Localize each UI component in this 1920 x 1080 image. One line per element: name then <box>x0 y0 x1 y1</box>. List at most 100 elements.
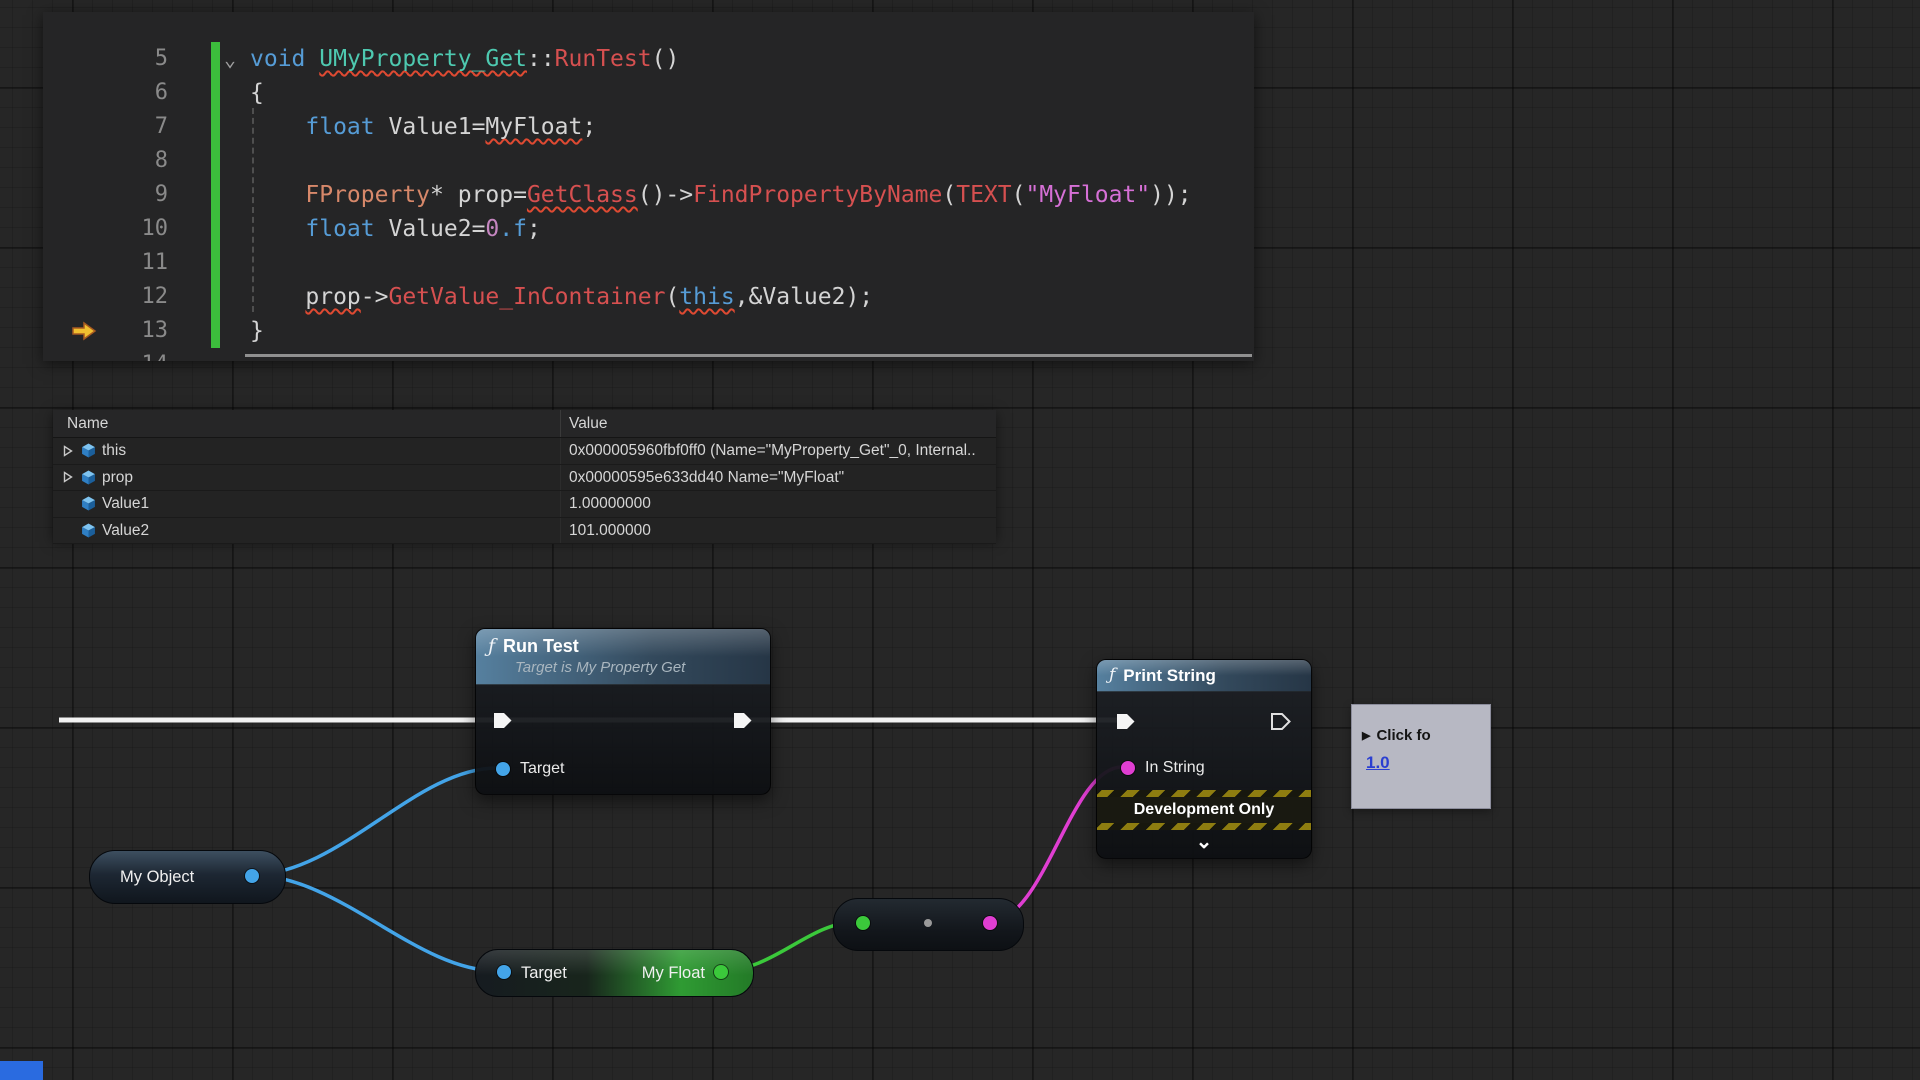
target-input-pin[interactable] <box>497 965 511 979</box>
code-token: * prop= <box>430 182 527 208</box>
code-token: TEXT <box>956 182 1011 208</box>
code-text: FProperty* prop=GetClass()->FindProperty… <box>250 178 1192 212</box>
in-string-pin-label: In String <box>1145 754 1205 782</box>
code-token: MyFloat <box>485 114 582 140</box>
target-input-pin[interactable] <box>496 762 510 776</box>
code-lines: 5⌄void UMyProperty_Get::RunTest()6{7 flo… <box>43 12 1254 361</box>
code-token: ( <box>665 284 679 310</box>
hazard-stripe <box>1097 823 1311 830</box>
watch-rows: this 0x000005960fbf0ff0 (Name="MyProperty… <box>53 438 996 544</box>
variable-value[interactable]: 1.00000000 <box>561 491 996 517</box>
watch-window[interactable]: Name Value this 0x000005960fbf0ff0 (Name=… <box>53 410 996 539</box>
code-token: )); <box>1150 182 1192 208</box>
watch-name-cell[interactable]: prop <box>53 465 561 491</box>
print-string-header[interactable]: ƒ Print String <box>1097 660 1311 692</box>
variable-value[interactable]: 101.000000 <box>561 518 996 544</box>
node-title: Run Test <box>503 634 579 658</box>
my-float-pin-label: My Float <box>642 950 705 996</box>
exec-in-pin[interactable] <box>493 712 513 729</box>
watch-name-column-header[interactable]: Name <box>53 410 561 437</box>
watch-row[interactable]: Value1 1.00000000 <box>53 491 996 518</box>
collapse-chevron-icon[interactable]: ⌄ <box>1097 830 1311 858</box>
code-line[interactable]: 5⌄void UMyProperty_Get::RunTest() <box>43 42 1254 76</box>
code-line[interactable]: 11 <box>43 246 1254 280</box>
code-token: GetValue_InContainer <box>388 284 665 310</box>
line-number[interactable]: 5 <box>43 42 168 76</box>
variable-icon <box>81 523 102 538</box>
watched-value: 1.0 <box>1352 753 1490 773</box>
line-number[interactable]: 14 <box>43 348 168 361</box>
variable-icon <box>81 470 102 485</box>
code-line[interactable]: 9 FProperty* prop=GetClass()->FindProper… <box>43 178 1254 212</box>
variable-value[interactable]: 0x00000595e633dd40 Name="MyFloat" <box>561 465 996 491</box>
watch-name-cell[interactable]: Value2 <box>53 518 561 544</box>
node-dot-icon <box>924 919 932 927</box>
code-token: Value2= <box>388 216 485 242</box>
line-number[interactable]: 12 <box>43 280 168 314</box>
exec-in-pin[interactable] <box>1116 713 1136 730</box>
expand-arrow-icon[interactable] <box>63 471 81 483</box>
watch-row[interactable]: this 0x000005960fbf0ff0 (Name="MyProperty… <box>53 438 996 465</box>
fold-chevron-icon[interactable]: ⌄ <box>224 42 236 76</box>
code-token: ( <box>942 182 956 208</box>
indent-guide <box>252 108 254 312</box>
variable-value[interactable]: 0x000005960fbf0ff0 (Name="MyProperty_Get… <box>561 438 996 464</box>
debug-value-tooltip[interactable]: ▶ Click fo 1.0 <box>1351 704 1491 809</box>
code-line[interactable]: 13} <box>43 314 1254 348</box>
code-token: 0 <box>485 216 499 242</box>
print-string-node[interactable]: ƒ Print String In String Development Onl… <box>1096 659 1312 859</box>
function-icon: ƒ <box>488 634 495 658</box>
my-object-node[interactable]: My Object <box>89 850 286 904</box>
line-number[interactable]: 7 <box>43 110 168 144</box>
code-line[interactable]: 8 <box>43 144 1254 178</box>
code-token: } <box>250 318 264 344</box>
get-my-float-node[interactable]: Target My Float <box>475 949 754 997</box>
variable-name: prop <box>102 465 133 491</box>
float-input-pin[interactable] <box>856 916 870 930</box>
watch-value-column-header[interactable]: Value <box>561 410 608 437</box>
my-float-output-pin[interactable] <box>714 965 728 979</box>
horizontal-scrollbar[interactable] <box>245 354 1252 357</box>
code-text: { <box>250 76 264 110</box>
line-number[interactable]: 8 <box>43 144 168 178</box>
debugger-current-line-arrow-icon[interactable] <box>71 321 97 341</box>
code-line[interactable]: 10 float Value2=0.f; <box>43 212 1254 246</box>
line-number[interactable]: 11 <box>43 246 168 280</box>
code-token: GetClass <box>527 182 638 208</box>
exec-out-pin[interactable] <box>1271 713 1291 730</box>
code-line[interactable]: 6{ <box>43 76 1254 110</box>
code-token <box>250 114 305 140</box>
watch-row[interactable]: Value2101.000000 <box>53 518 996 545</box>
watch-name-cell[interactable]: Value1 <box>53 491 561 517</box>
in-string-pin[interactable] <box>1121 761 1135 775</box>
code-token: FProperty <box>305 182 430 208</box>
code-token: void <box>250 46 319 72</box>
code-line[interactable]: 7 float Value1=MyFloat; <box>43 110 1254 144</box>
variable-name: Value1 <box>102 491 149 517</box>
expand-arrow-icon[interactable] <box>63 445 81 457</box>
float-to-string-conversion-node[interactable] <box>833 898 1024 951</box>
watch-row[interactable]: prop 0x00000595e633dd40 Name="MyFloat" <box>53 465 996 492</box>
code-token: FindPropertyByName <box>693 182 942 208</box>
line-number[interactable]: 13 <box>43 314 168 348</box>
blue-accent-corner <box>0 1061 43 1080</box>
run-test-header[interactable]: ƒ Run Test Target is My Property Get <box>476 629 770 685</box>
tooltip-prompt[interactable]: Click fo <box>1376 727 1430 744</box>
variable-name: this <box>102 438 126 464</box>
string-output-pin[interactable] <box>983 916 997 930</box>
code-text: float Value2=0.f; <box>250 212 541 246</box>
my-object-output-pin[interactable] <box>245 869 259 883</box>
watch-name-cell[interactable]: this <box>53 438 561 464</box>
node-subtitle: Target is My Property Get <box>515 658 760 678</box>
line-number[interactable]: 10 <box>43 212 168 246</box>
code-token: float <box>305 114 388 140</box>
line-number[interactable]: 9 <box>43 178 168 212</box>
line-number[interactable]: 6 <box>43 76 168 110</box>
run-test-node[interactable]: ƒ Run Test Target is My Property Get Tar… <box>475 628 771 795</box>
code-editor-panel[interactable]: 5⌄void UMyProperty_Get::RunTest()6{7 flo… <box>43 12 1254 361</box>
exec-out-pin[interactable] <box>733 712 753 729</box>
code-token: Value1= <box>388 114 485 140</box>
code-line[interactable]: 12 prop->GetValue_InContainer(this,&Valu… <box>43 280 1254 314</box>
node-title: Print String <box>1123 665 1216 686</box>
target-pin-label: Target <box>521 950 567 996</box>
